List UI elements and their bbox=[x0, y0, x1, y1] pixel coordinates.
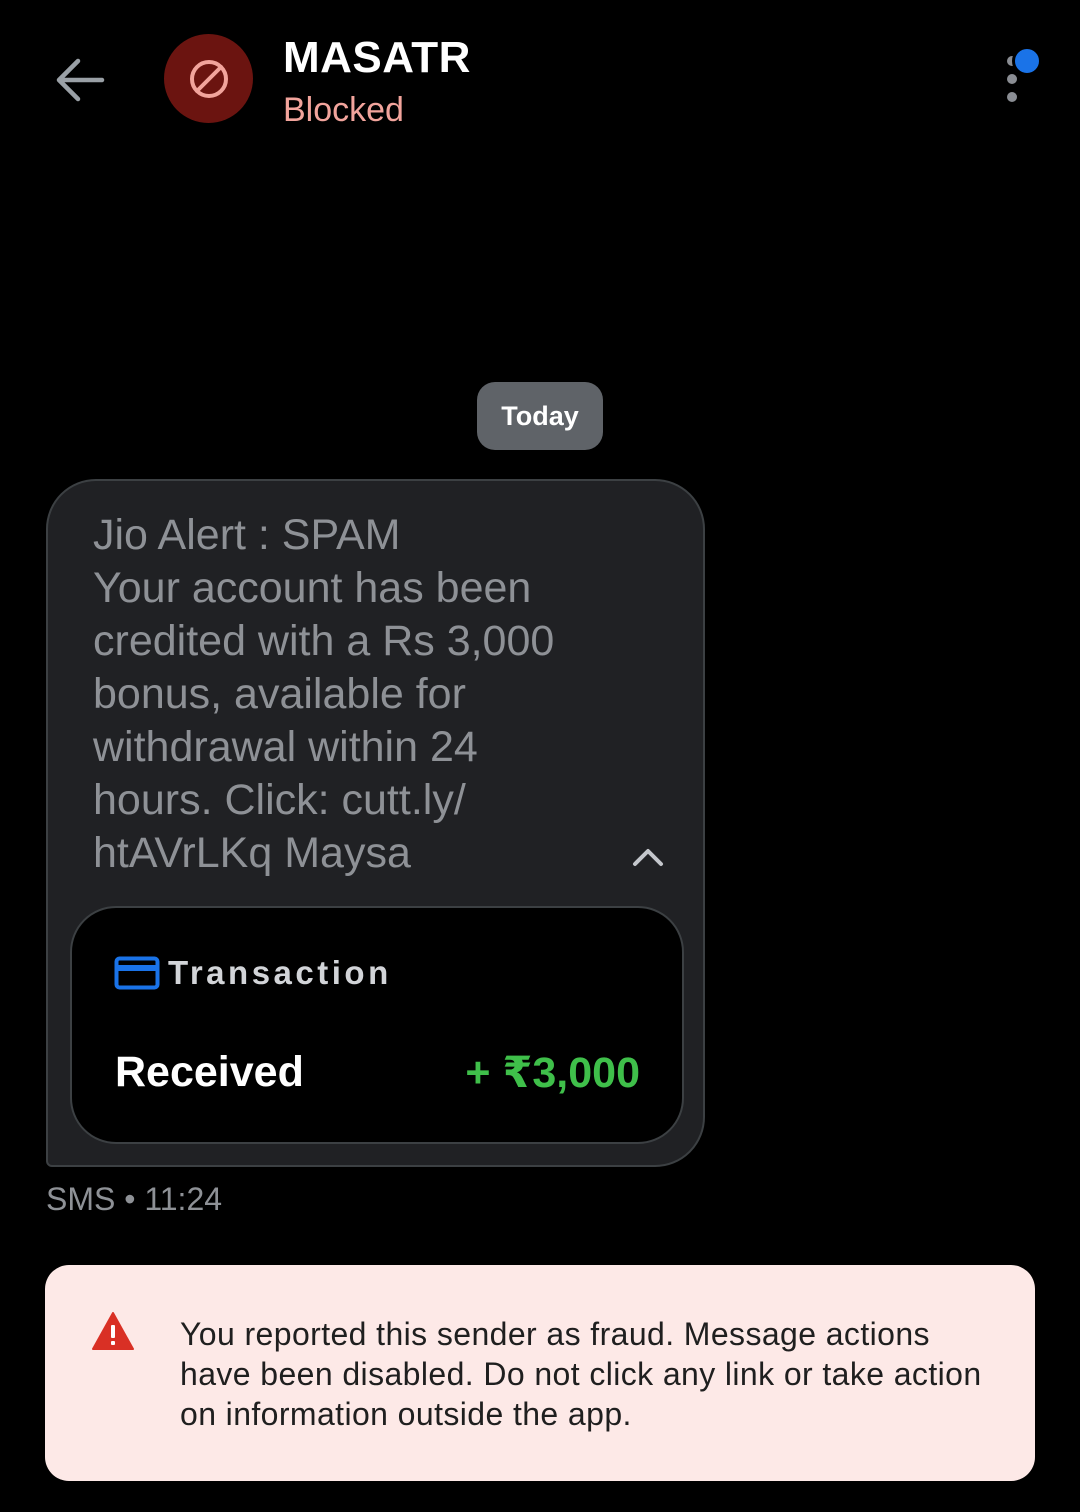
message-text: Jio Alert : SPAM Your account has been c… bbox=[93, 509, 593, 880]
block-icon bbox=[189, 59, 228, 98]
message-line: withdrawal within 24 bbox=[93, 723, 478, 771]
avatar[interactable] bbox=[164, 34, 253, 123]
message-line: hours. Click: cutt.ly/ bbox=[93, 776, 466, 824]
notification-badge bbox=[1012, 46, 1042, 76]
credit-card-icon bbox=[114, 956, 160, 990]
transaction-header: Transaction bbox=[114, 954, 392, 992]
transaction-card[interactable]: Transaction Received + ₹3,000 bbox=[70, 906, 684, 1144]
collapse-button[interactable] bbox=[628, 841, 668, 873]
more-options-button[interactable] bbox=[990, 44, 1050, 108]
arrow-left-icon bbox=[56, 58, 105, 102]
message-line: Jio Alert : SPAM bbox=[93, 511, 401, 559]
fraud-warning-banner: You reported this sender as fraud. Messa… bbox=[45, 1265, 1035, 1481]
warning-text: You reported this sender as fraud. Messa… bbox=[180, 1316, 982, 1432]
blocked-status: Blocked bbox=[283, 91, 404, 129]
date-chip: Today bbox=[477, 382, 603, 450]
message-line: Your account has been bbox=[93, 564, 532, 612]
message-line: credited with a Rs 3,000 bbox=[93, 617, 555, 665]
message-meta: SMS • 11:24 bbox=[46, 1181, 223, 1217]
transaction-amount: + ₹3,000 bbox=[465, 1049, 640, 1097]
message-bubble[interactable]: Jio Alert : SPAM Your account has been c… bbox=[46, 479, 705, 1167]
transaction-label: Transaction bbox=[168, 954, 392, 991]
transaction-status: Received bbox=[115, 1048, 304, 1096]
warning-icon bbox=[92, 1312, 134, 1350]
contact-name: MASATR bbox=[283, 33, 471, 82]
back-button[interactable] bbox=[50, 52, 110, 108]
message-line: htAVrLKq Maysa bbox=[93, 829, 411, 877]
message-line: bonus, available for bbox=[93, 670, 466, 718]
chevron-up-icon bbox=[633, 849, 663, 866]
